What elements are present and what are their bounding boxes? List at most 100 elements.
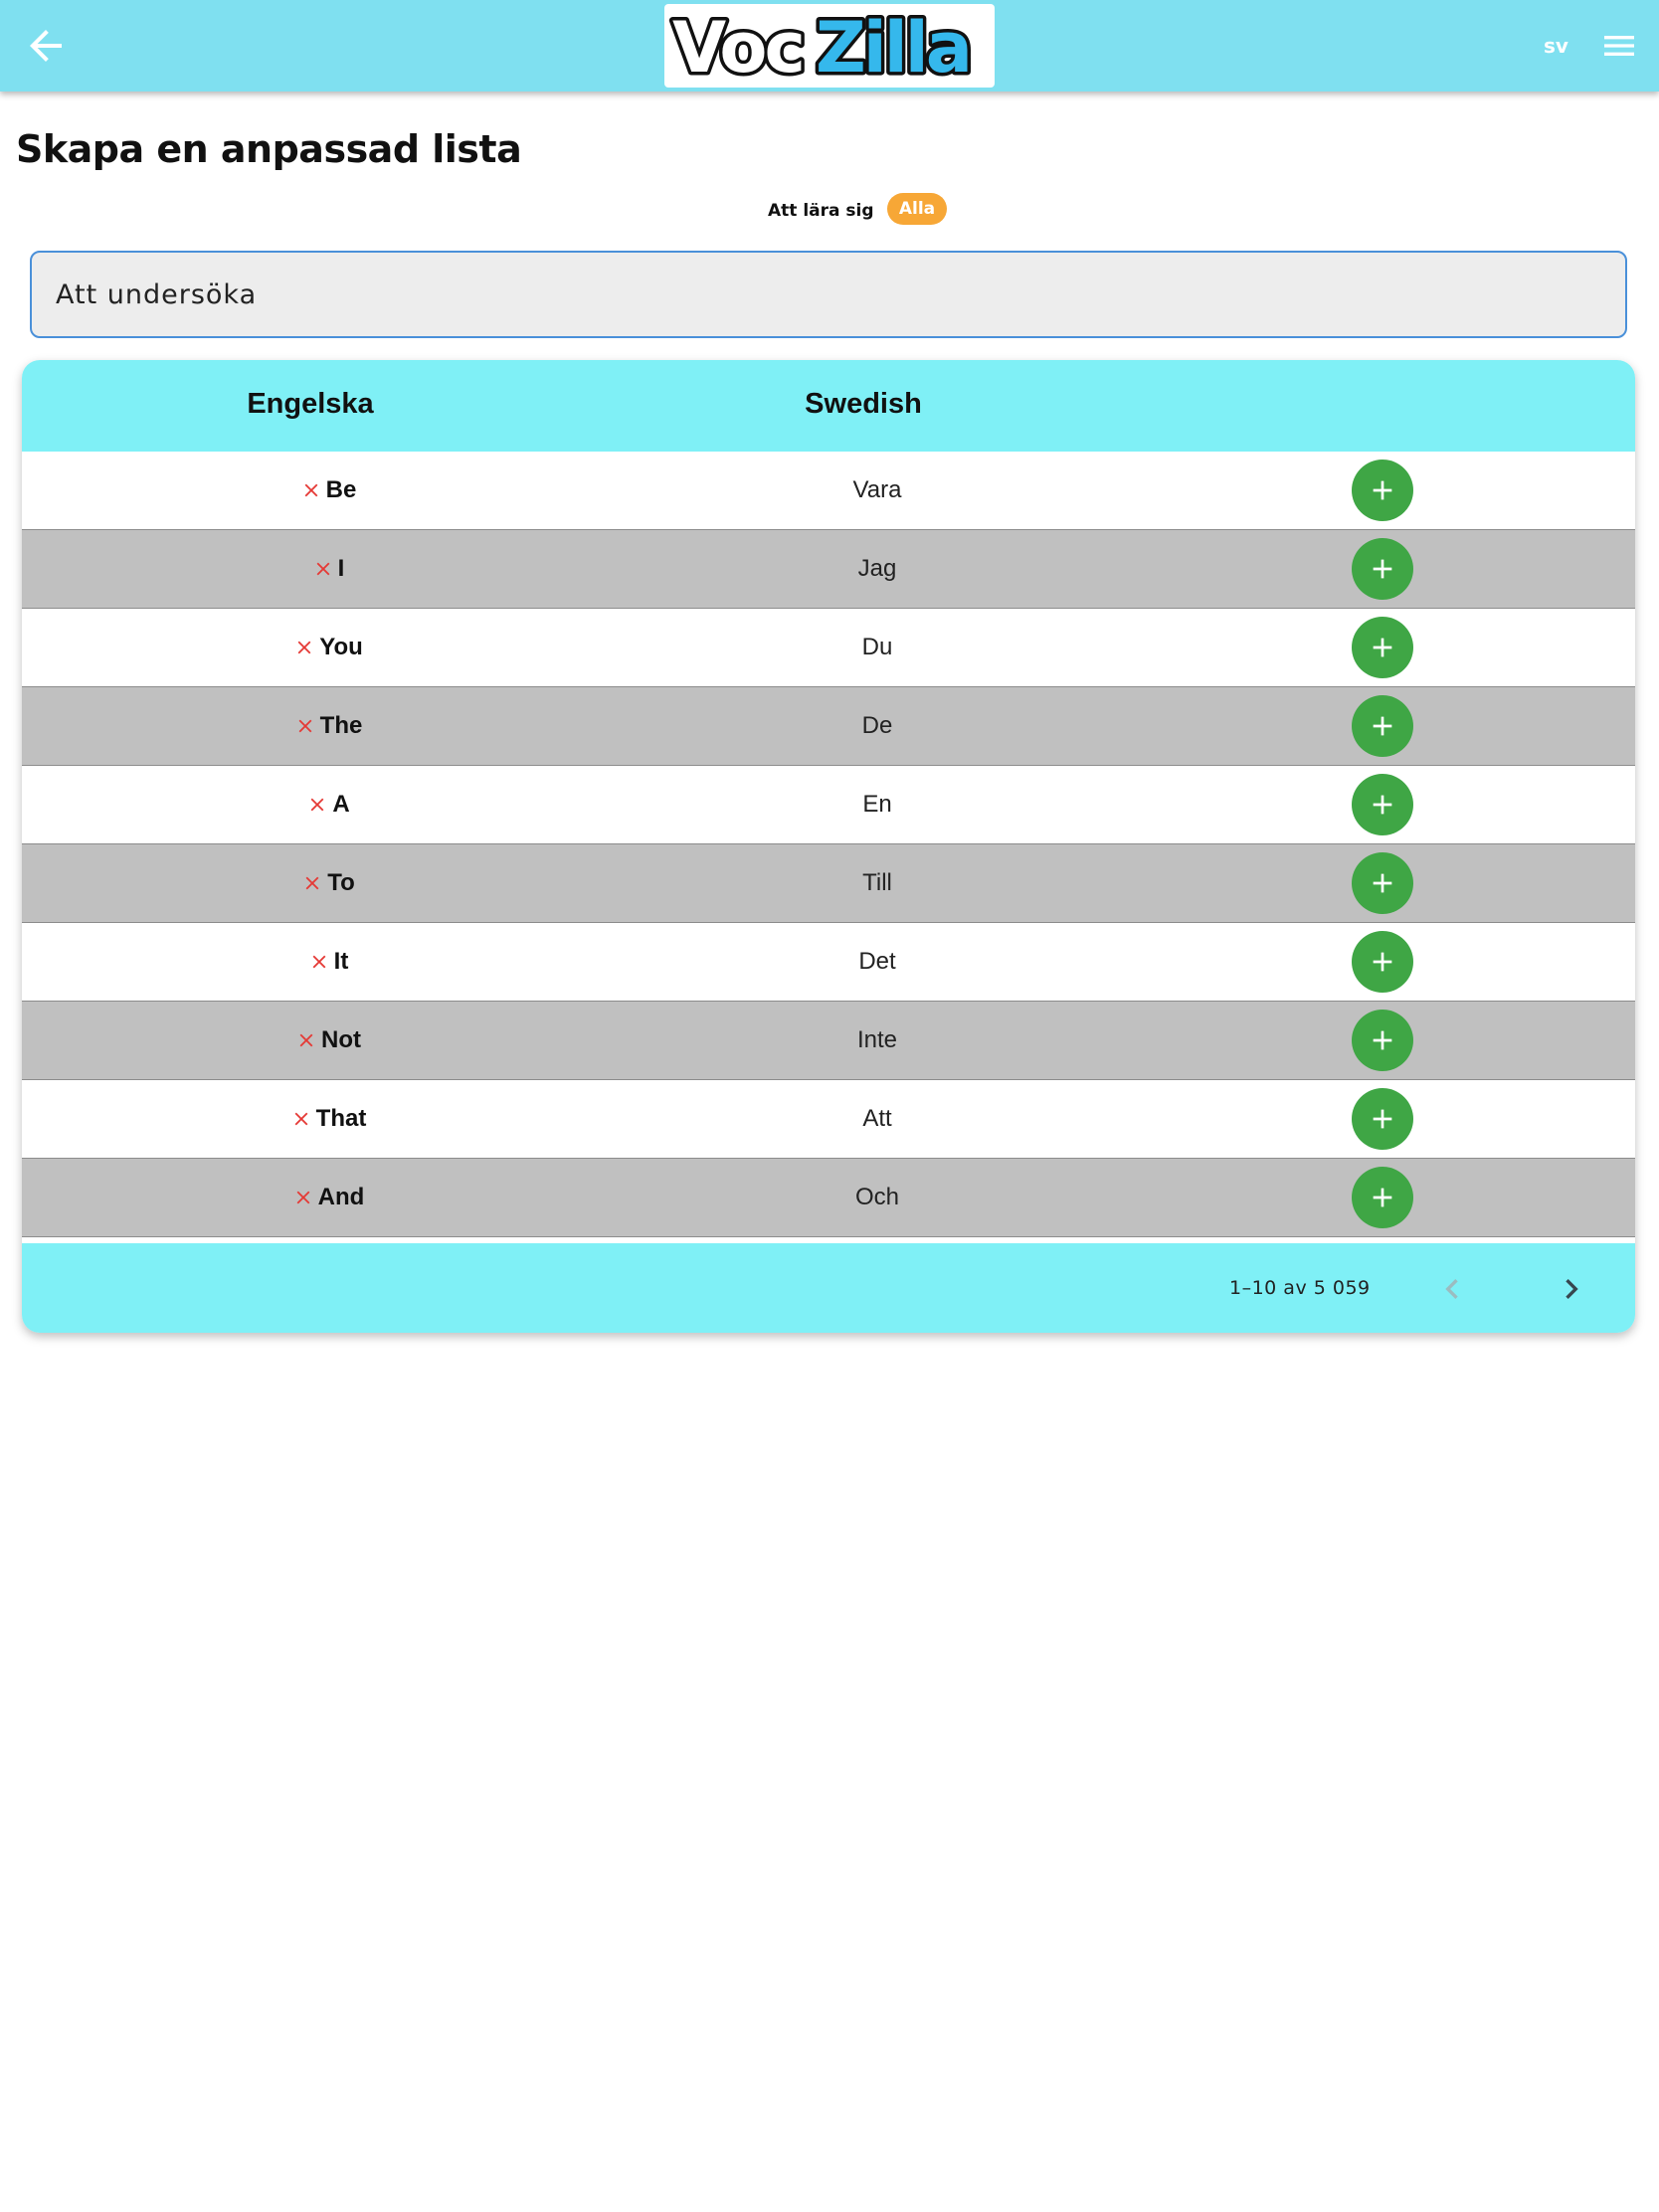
remove-button[interactable] [290, 1108, 312, 1130]
column-header-english: Engelska [247, 388, 374, 420]
menu-button[interactable] [1599, 26, 1639, 71]
swedish-word: Jag [857, 555, 897, 582]
english-word: It [333, 948, 349, 975]
swedish-word: Vara [852, 476, 902, 503]
logo-text-zilla: Zilla [816, 7, 970, 88]
table-row: Be Vara [22, 452, 1635, 530]
plus-icon [1373, 1188, 1392, 1207]
voczilla-logo[interactable]: Voc Zilla [664, 4, 995, 88]
filter-chip-all[interactable]: Alla [887, 193, 947, 225]
swedish-word: Du [861, 634, 893, 660]
remove-button[interactable] [308, 951, 330, 973]
close-icon [310, 798, 324, 812]
add-word-button[interactable] [1352, 1088, 1413, 1150]
table-footer: 1–10 av 5 059 [22, 1243, 1635, 1333]
table-row: A En [22, 766, 1635, 844]
english-word: The [319, 712, 363, 739]
app-bar: Voc Zilla sv [0, 0, 1659, 92]
table-row: That Att [22, 1080, 1635, 1159]
chevron-right-icon [1566, 1279, 1578, 1299]
add-word-button[interactable] [1352, 852, 1413, 914]
remove-button[interactable] [294, 715, 316, 737]
english-cell: A [171, 766, 485, 843]
table-body: Be Vara I Jag You Du The De A En To Till It Det Not Int… [22, 452, 1635, 1237]
close-icon [298, 719, 312, 733]
english-word: A [332, 791, 350, 818]
close-icon [304, 483, 318, 497]
language-selector[interactable]: sv [1544, 34, 1568, 58]
plus-icon [1373, 716, 1392, 736]
plus-icon [1373, 1030, 1392, 1050]
add-word-button[interactable] [1352, 617, 1413, 678]
close-icon [316, 562, 330, 576]
plus-icon [1373, 952, 1392, 972]
add-word-button[interactable] [1352, 1010, 1413, 1071]
remove-button[interactable] [292, 1187, 314, 1208]
english-word: You [319, 634, 363, 660]
plus-icon [1373, 873, 1392, 893]
logo-text-voc: Voc [672, 7, 803, 88]
english-word: That [315, 1105, 367, 1132]
english-cell: Be [171, 452, 485, 529]
add-word-button[interactable] [1352, 460, 1413, 521]
add-word-button[interactable] [1352, 931, 1413, 993]
english-word: I [337, 555, 345, 582]
english-word: And [317, 1184, 365, 1210]
english-cell: You [171, 609, 485, 686]
english-cell: I [171, 530, 485, 608]
english-word: To [327, 869, 355, 896]
hamburger-menu-icon [1604, 36, 1634, 56]
swedish-word: En [862, 791, 892, 818]
close-icon [299, 1033, 313, 1047]
add-word-button[interactable] [1352, 774, 1413, 835]
table-row: Not Inte [22, 1002, 1635, 1080]
remove-button[interactable] [301, 872, 323, 894]
plus-icon [1373, 638, 1392, 657]
page-title: Skapa en anpassad lista [16, 127, 522, 171]
remove-button[interactable] [312, 558, 334, 580]
close-icon [297, 641, 311, 654]
arrow-left-icon [30, 30, 62, 62]
swedish-word: Att [862, 1105, 892, 1132]
word-table: Engelska Swedish Be Vara I Jag You Du The De A En… [22, 360, 1635, 1333]
swedish-word: De [861, 712, 893, 739]
english-word: Not [321, 1026, 361, 1053]
add-word-button[interactable] [1352, 538, 1413, 600]
swedish-word: Det [858, 948, 896, 975]
next-page-button[interactable] [1552, 1269, 1591, 1309]
remove-button[interactable] [306, 794, 328, 816]
table-header: Engelska Swedish [22, 360, 1635, 453]
table-row: To Till [22, 844, 1635, 923]
search-field[interactable] [30, 251, 1627, 338]
english-cell: That [171, 1080, 485, 1158]
previous-page-button[interactable] [1432, 1269, 1472, 1309]
pagination-range: 1–10 av 5 059 [1229, 1277, 1371, 1299]
english-cell: It [171, 923, 485, 1001]
remove-button[interactable] [295, 1029, 317, 1051]
chevron-left-icon [1445, 1279, 1458, 1299]
close-icon [294, 1112, 308, 1126]
english-cell: The [171, 687, 485, 765]
close-icon [312, 955, 326, 969]
table-row: It Det [22, 923, 1635, 1002]
table-row: The De [22, 687, 1635, 766]
close-icon [305, 876, 319, 890]
swedish-word: Inte [856, 1026, 898, 1053]
plus-icon [1373, 480, 1392, 500]
swedish-word: Och [854, 1184, 899, 1210]
add-word-button[interactable] [1352, 1167, 1413, 1228]
filter-label: Att lära sig [768, 201, 874, 221]
table-row: I Jag [22, 530, 1635, 609]
close-icon [296, 1191, 310, 1204]
column-header-swedish: Swedish [805, 388, 922, 420]
search-input[interactable] [56, 253, 1587, 336]
english-cell: To [171, 844, 485, 922]
back-button[interactable] [22, 22, 70, 75]
table-row: And Och [22, 1159, 1635, 1237]
swedish-word: Till [862, 869, 892, 896]
remove-button[interactable] [300, 479, 322, 501]
remove-button[interactable] [293, 637, 315, 658]
filter-row: Att lära sig Alla [0, 193, 1659, 229]
add-word-button[interactable] [1352, 695, 1413, 757]
plus-icon [1373, 559, 1392, 579]
